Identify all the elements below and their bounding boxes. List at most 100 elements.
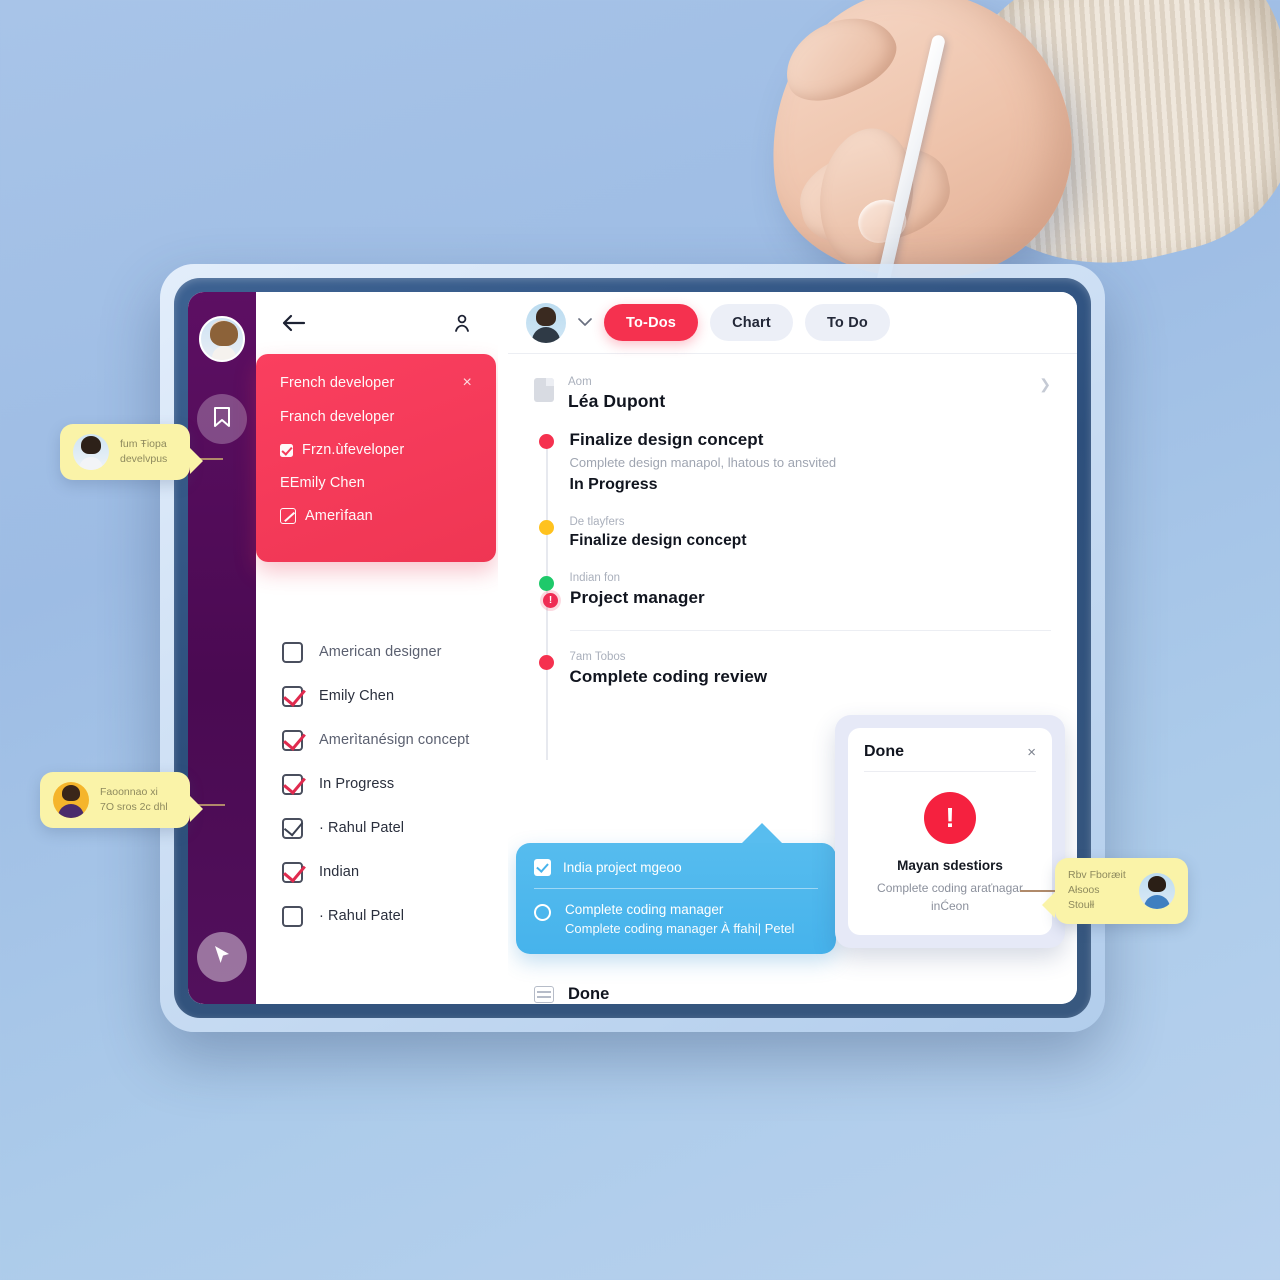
tablet-bezel: French developer × Franch developer Frzn… xyxy=(174,278,1091,1018)
divider xyxy=(864,771,1036,772)
modal-header: Done × xyxy=(864,743,1036,771)
sidebar-item-pointer[interactable] xyxy=(197,932,247,982)
blue-card-line1: Complete coding manager xyxy=(565,902,724,917)
list-item-label: · Rahul Patel xyxy=(319,820,405,836)
dropdown-item[interactable]: French developer × xyxy=(280,374,472,392)
list-item[interactable]: Emily Chen xyxy=(282,674,472,718)
avatar[interactable] xyxy=(526,302,566,343)
dropdown-item[interactable]: Frzn.ùfeveloper xyxy=(280,442,472,458)
tablet-device: French developer × Franch developer Frzn… xyxy=(160,264,1105,1032)
divider xyxy=(570,630,1051,631)
checkbox-checked[interactable] xyxy=(282,685,303,707)
hand xyxy=(751,0,1089,300)
callout-tail xyxy=(1042,891,1055,918)
dropdown-item-label: French developer xyxy=(280,375,395,391)
back-arrow-icon[interactable] xyxy=(282,314,306,332)
checkbox-checked[interactable] xyxy=(282,729,303,751)
callout-text: fum Ŧiopa develvpus xyxy=(120,437,168,465)
right-app-panel: To-Dos Chart To Do Aom Léa Dupont ❯ Fina… xyxy=(508,292,1077,1004)
sweater-sleeve xyxy=(923,0,1280,297)
red-dropdown-panel[interactable]: French developer × Franch developer Frzn… xyxy=(256,354,496,562)
blue-task-card[interactable]: India project mgeoo Complete coding mana… xyxy=(516,823,836,954)
avatar[interactable] xyxy=(199,316,245,362)
checkbox-checked-icon[interactable] xyxy=(534,859,551,876)
sidebar xyxy=(188,292,256,1004)
bookmark-icon xyxy=(211,405,233,434)
chevron-down-icon[interactable] xyxy=(578,315,592,330)
sidebar-item-bookmark[interactable] xyxy=(197,394,247,444)
thumb-nail xyxy=(852,193,912,249)
tab-label: Chart xyxy=(732,314,771,331)
status-dot-yellow xyxy=(538,520,554,535)
close-icon[interactable]: × xyxy=(1027,744,1036,761)
list-item-label: · Rahul Patel xyxy=(319,908,405,924)
cursor-pointer-icon xyxy=(212,944,232,971)
blue-card-header: India project mgeoo xyxy=(534,859,818,888)
done-modal-container: Done × ! Mayan sdestiors Complete coding… xyxy=(835,715,1065,948)
done-section-header: Done xyxy=(508,975,1077,1004)
timeline-item[interactable]: 7am Tobos Complete coding review xyxy=(534,651,1051,687)
timeline-item-title: Finalize design concept xyxy=(569,430,764,449)
callout-text: Faoonnao xi 7O sros 2c dhl xyxy=(100,785,168,813)
checkbox-checked[interactable] xyxy=(282,773,303,795)
list-item[interactable]: American designer xyxy=(282,630,472,674)
modal-title: Done xyxy=(864,743,904,760)
page-title: Léa Dupont xyxy=(568,391,666,411)
tab-to-do[interactable]: To Do xyxy=(804,304,890,341)
list-item[interactable]: In Progress xyxy=(282,762,472,806)
status-dot-green xyxy=(538,576,554,591)
checkbox[interactable] xyxy=(282,905,303,927)
dropdown-item-label: Frzn.ùfeveloper xyxy=(302,442,405,458)
timeline-item[interactable]: Finalize design concept Complete design … xyxy=(534,430,1051,494)
alert-exclamation-icon: ! xyxy=(924,792,976,844)
list-item[interactable]: Amerìtanésign concept xyxy=(282,718,472,762)
blue-card-title: India project mgeoo xyxy=(563,860,682,875)
timeline-item[interactable]: De tlayfers Finalize design concept xyxy=(534,516,1051,550)
left-content: French developer × Franch developer Frzn… xyxy=(256,292,498,1004)
checkbox-checked[interactable] xyxy=(282,817,303,839)
list-item[interactable]: · Rahul Patel xyxy=(282,806,472,850)
callout-tooltip: Rbv Fboræit Ałsoos Stoułł xyxy=(1042,858,1188,924)
right-panel-header: To-Dos Chart To Do xyxy=(508,292,1077,354)
timeline-item-label: De tlayfers xyxy=(569,516,625,528)
person-icon[interactable] xyxy=(452,313,472,333)
list-item-label: Amerìtanésign concept xyxy=(319,732,470,748)
dropdown-item[interactable]: EEmily Chen xyxy=(280,475,472,491)
avatar xyxy=(53,782,89,818)
timeline-item-title: Finalize design concept xyxy=(569,532,747,549)
tab-to-dos[interactable]: To-Dos xyxy=(604,304,699,341)
tab-label: To Do xyxy=(826,314,868,331)
timeline-header: Aom Léa Dupont ❯ xyxy=(534,376,1051,412)
close-icon[interactable]: × xyxy=(463,374,472,392)
checkbox-checked-icon[interactable] xyxy=(280,443,293,457)
timeline-sub-label: Aom xyxy=(568,376,592,388)
chevron-right-icon[interactable]: ❯ xyxy=(1039,376,1051,393)
timeline-item[interactable]: Indian fon Project manager xyxy=(534,572,1051,608)
radio-unchecked-icon[interactable] xyxy=(534,904,551,921)
blue-card-body: Complete coding manager Complete coding … xyxy=(534,902,818,936)
tab-label: To-Dos xyxy=(626,314,677,331)
tablet-screen: French developer × Franch developer Frzn… xyxy=(188,292,1077,1004)
dropdown-item[interactable]: Franch developer xyxy=(280,409,472,425)
list-item[interactable]: · Rahul Patel xyxy=(282,894,472,938)
alert-dot-icon xyxy=(543,592,558,608)
checkbox[interactable] xyxy=(282,641,303,663)
edit-icon[interactable] xyxy=(280,508,296,524)
badge-glyph: ! xyxy=(945,802,955,833)
callout-tail xyxy=(190,796,203,822)
tab-chart[interactable]: Chart xyxy=(710,304,793,341)
checkbox-checked[interactable] xyxy=(282,861,303,883)
left-app-panel: French developer × Franch developer Frzn… xyxy=(188,292,498,1004)
thumb xyxy=(806,119,926,277)
dropdown-item[interactable]: Amerìfaan xyxy=(280,508,472,524)
timeline-item-description: Complete design manapol, lhatous to ansv… xyxy=(569,455,837,470)
middle-finger xyxy=(792,135,958,257)
list-item[interactable]: Indian xyxy=(282,850,472,894)
list-item-label: American designer xyxy=(319,644,442,660)
callout-text: Rbv Fboræit Ałsoos Stoułł xyxy=(1068,869,1126,912)
done-modal: Done × ! Mayan sdestiors Complete coding… xyxy=(848,728,1052,935)
avatar xyxy=(1139,872,1175,909)
index-finger xyxy=(772,1,907,115)
modal-heading: Mayan sdestiors xyxy=(897,858,1003,873)
callout-tooltip: Faoonnao xi 7O sros 2c dhl xyxy=(40,772,203,828)
